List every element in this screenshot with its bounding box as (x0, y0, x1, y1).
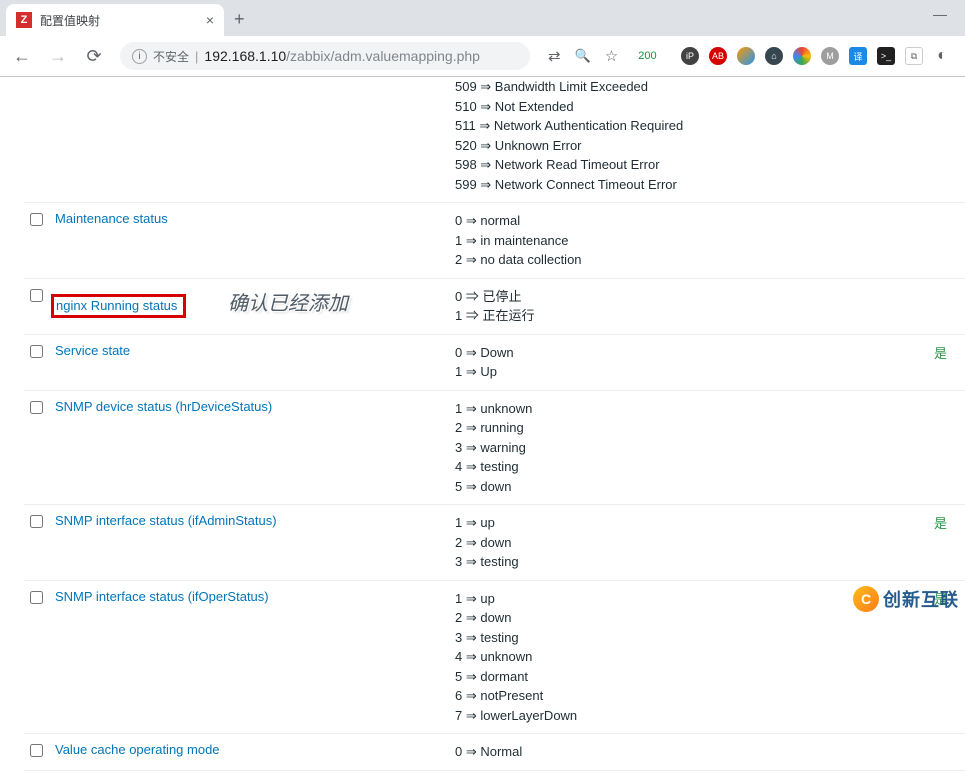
mapping-line: 5 ⇒ dormant (455, 667, 919, 687)
extensions-area: iP AB ⌂ M 译 >_ ⧉ ◐ (681, 47, 957, 65)
mapping-line: 510 ⇒ Not Extended (455, 97, 919, 117)
valuemap-name-link[interactable]: SNMP interface status (ifOperStatus) (55, 589, 269, 604)
mapping-line: 7 ⇒ lowerLayerDown (455, 706, 919, 726)
row-checkbox[interactable] (30, 289, 43, 302)
zabbix-favicon: Z (16, 12, 32, 28)
mapping-line: 1 ⇒ up (455, 589, 919, 609)
bookmark-star-icon[interactable]: ☆ (605, 47, 618, 65)
table-row: Value cache operating mode 0 ⇒ Normal (24, 734, 965, 771)
page-content: 509 ⇒ Bandwidth Limit Exceeded510 ⇒ Not … (0, 77, 965, 781)
table-row-partial: 509 ⇒ Bandwidth Limit Exceeded510 ⇒ Not … (24, 77, 965, 203)
table-row: SNMP interface status (ifAdminStatus) 1 ⇒… (24, 505, 965, 581)
back-button[interactable]: ← (8, 42, 36, 70)
table-row: nginx Running status 确认已经添加 0 ⇒ 已停止1 ⇒ 正在… (24, 278, 965, 334)
tab-bar: Z 配置值映射 × + — (0, 0, 965, 36)
highlight-box: nginx Running status (51, 294, 186, 318)
row-checkbox[interactable] (30, 345, 43, 358)
mapping-line: 1 ⇒ unknown (455, 399, 919, 419)
mapping-line: 5 ⇒ down (455, 477, 919, 497)
zoom-icon[interactable]: 🔍 (575, 48, 591, 64)
table-row: Service state 0 ⇒ Down1 ⇒ Up 是 (24, 334, 965, 390)
mapping-line: 599 ⇒ Network Connect Timeout Error (455, 175, 919, 195)
mapping-line: 1 ⇒ 正在运行 (455, 306, 919, 326)
valuemap-name-link[interactable]: nginx Running status (56, 298, 177, 313)
mapping-line: 0 ⇒ 已停止 (455, 287, 919, 307)
mapping-line: 3 ⇒ testing (455, 552, 919, 572)
mapping-line: 4 ⇒ testing (455, 457, 919, 477)
mapping-line: 2 ⇒ running (455, 418, 919, 438)
mapping-cell: 1 ⇒ unknown2 ⇒ running3 ⇒ warning4 ⇒ tes… (449, 390, 925, 505)
mapping-line: 1 ⇒ in maintenance (455, 231, 919, 251)
ext-icon-3[interactable]: ⧉ (905, 47, 923, 65)
valuemap-name-link[interactable]: SNMP device status (hrDeviceStatus) (55, 399, 272, 414)
close-tab-icon[interactable]: × (206, 12, 214, 28)
valuemap-name-link[interactable]: Maintenance status (55, 211, 168, 226)
mapping-line: 511 ⇒ Network Authentication Required (455, 116, 919, 136)
browser-chrome: Z 配置值映射 × + — ← → ⟳ i 不安全 | 192.168.1.10… (0, 0, 965, 77)
mapping-line: 0 ⇒ Down (455, 343, 919, 363)
mapping-cell: 1 ⇒ up2 ⇒ down3 ⇒ testing4 ⇒ unknown5 ⇒ … (449, 580, 925, 734)
mapping-line: 520 ⇒ Unknown Error (455, 136, 919, 156)
tab-title: 配置值映射 (40, 12, 198, 29)
minimize-icon[interactable]: — (933, 6, 947, 22)
mapping-line: 509 ⇒ Bandwidth Limit Exceeded (455, 77, 919, 97)
url-text: 192.168.1.10/zabbix/adm.valuemapping.php (204, 48, 480, 64)
yes-flag: 是 (934, 592, 947, 607)
status-code-badge: 200 (638, 50, 656, 62)
mapping-line: 3 ⇒ warning (455, 438, 919, 458)
ext-icon-terminal[interactable]: >_ (877, 47, 895, 65)
yes-flag: 是 (934, 346, 947, 361)
reload-button[interactable]: ⟳ (80, 42, 108, 70)
mapping-cell: 0 ⇒ Normal (449, 734, 925, 771)
row-checkbox[interactable] (30, 744, 43, 757)
window-controls: — (933, 6, 947, 22)
mapping-line: 4 ⇒ unknown (455, 647, 919, 667)
row-checkbox[interactable] (30, 213, 43, 226)
mapping-line: 2 ⇒ no data collection (455, 250, 919, 270)
translate-icon[interactable]: ⇄ (548, 47, 561, 65)
ext-icon-2[interactable]: ⌂ (765, 47, 783, 65)
valuemap-name-link[interactable]: SNMP interface status (ifAdminStatus) (55, 513, 277, 528)
new-tab-button[interactable]: + (234, 9, 245, 30)
mapping-line: 598 ⇒ Network Read Timeout Error (455, 155, 919, 175)
ext-icon-4[interactable]: ◐ (933, 47, 951, 65)
mapping-line: 0 ⇒ Normal (455, 742, 919, 762)
mapping-cell: 0 ⇒ 已停止1 ⇒ 正在运行 (449, 278, 925, 334)
address-bar: ← → ⟳ i 不安全 | 192.168.1.10/zabbix/adm.va… (0, 36, 965, 76)
ext-icon-ip[interactable]: iP (681, 47, 699, 65)
yes-flag: 是 (934, 516, 947, 531)
insecure-label: 不安全 (153, 48, 189, 65)
row-checkbox[interactable] (30, 401, 43, 414)
ext-icon-translate[interactable]: 译 (849, 47, 867, 65)
info-icon[interactable]: i (132, 49, 147, 64)
row-checkbox[interactable] (30, 591, 43, 604)
annotation-text: 确认已经添加 (228, 293, 348, 315)
url-field[interactable]: i 不安全 | 192.168.1.10/zabbix/adm.valuemap… (120, 42, 530, 70)
table-row: SNMP device status (hrDeviceStatus) 1 ⇒ u… (24, 390, 965, 505)
ext-icon-1[interactable] (737, 47, 755, 65)
valuemap-name-link[interactable]: Service state (55, 343, 130, 358)
ext-icon-abp[interactable]: AB (709, 47, 727, 65)
valuemap-table: 509 ⇒ Bandwidth Limit Exceeded510 ⇒ Not … (24, 77, 965, 771)
row-checkbox[interactable] (30, 515, 43, 528)
mapping-line: 3 ⇒ testing (455, 628, 919, 648)
mapping-cell: 0 ⇒ normal1 ⇒ in maintenance2 ⇒ no data … (449, 203, 925, 279)
mapping-line: 1 ⇒ up (455, 513, 919, 533)
ext-icon-m[interactable]: M (821, 47, 839, 65)
table-row: Maintenance status 0 ⇒ normal1 ⇒ in maint… (24, 203, 965, 279)
mapping-line: 1 ⇒ Up (455, 362, 919, 382)
mapping-cell: 1 ⇒ up2 ⇒ down3 ⇒ testing (449, 505, 925, 581)
mapping-line: 6 ⇒ notPresent (455, 686, 919, 706)
ext-icon-chrome[interactable] (793, 47, 811, 65)
mapping-cell: 509 ⇒ Bandwidth Limit Exceeded510 ⇒ Not … (449, 77, 925, 203)
mapping-line: 0 ⇒ normal (455, 211, 919, 231)
mapping-cell: 0 ⇒ Down1 ⇒ Up (449, 334, 925, 390)
browser-tab[interactable]: Z 配置值映射 × (6, 4, 224, 36)
valuemap-name-link[interactable]: Value cache operating mode (55, 742, 220, 757)
forward-button[interactable]: → (44, 42, 72, 70)
mapping-line: 2 ⇒ down (455, 533, 919, 553)
table-row: SNMP interface status (ifOperStatus) 1 ⇒ … (24, 580, 965, 734)
